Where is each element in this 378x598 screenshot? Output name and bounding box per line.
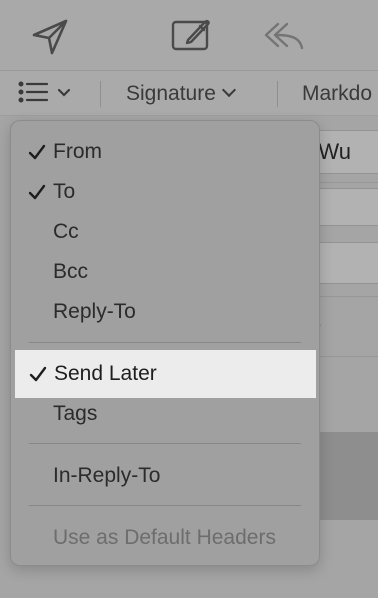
- reply-all-icon: [262, 14, 306, 58]
- field-divider: [310, 296, 378, 297]
- compose-icon[interactable]: [169, 14, 213, 58]
- checkmark-icon: [27, 142, 49, 162]
- chevron-down-icon: [221, 82, 236, 98]
- markdown-label: Markdo: [302, 82, 373, 105]
- menu-item-bcc[interactable]: Bcc: [14, 252, 316, 292]
- attachment-area: [316, 432, 378, 520]
- signature-dropdown[interactable]: Signature: [126, 82, 236, 106]
- menu-item-label: Cc: [53, 220, 79, 243]
- menu-item-label: Bcc: [53, 260, 89, 283]
- signature-label: Signature: [126, 82, 216, 105]
- menu-item-to[interactable]: To: [14, 172, 316, 212]
- bcc-field[interactable]: [316, 242, 378, 284]
- toolbar-separator: [100, 81, 101, 107]
- menu-separator: [29, 342, 301, 343]
- menu-separator: [29, 505, 301, 506]
- checkmark-icon: [27, 182, 49, 202]
- field-divider: [310, 356, 378, 357]
- headers-menu-button[interactable]: [18, 80, 78, 106]
- menu-separator: [29, 443, 301, 444]
- menu-item-label: To: [53, 180, 76, 203]
- menu-item-label: Tags: [53, 402, 98, 425]
- menu-item-label: Send Later: [54, 362, 157, 385]
- send-icon[interactable]: [28, 14, 72, 58]
- list-icon: [18, 81, 71, 103]
- menu-item-from[interactable]: From: [14, 132, 316, 172]
- headers-dropdown-menu: From To Cc Bcc Reply-To Send Later Tags …: [10, 120, 320, 566]
- field-divider: [310, 182, 378, 183]
- menu-item-tags[interactable]: Tags: [14, 394, 316, 434]
- toolbar-separator: [277, 81, 278, 107]
- menu-item-label: Use as Default Headers: [53, 526, 276, 549]
- toolbar: [0, 0, 378, 70]
- format-bar: Signature Markdo: [0, 70, 378, 116]
- menu-item-cc[interactable]: Cc: [14, 212, 316, 252]
- menu-item-label: From: [53, 140, 102, 163]
- menu-item-label: Reply-To: [53, 300, 136, 323]
- menu-item-label: In-Reply-To: [53, 464, 161, 487]
- menu-item-in-reply-to[interactable]: In-Reply-To: [14, 456, 316, 496]
- cc-field[interactable]: [316, 188, 378, 226]
- menu-item-reply-to[interactable]: Reply-To: [14, 292, 316, 332]
- checkmark-icon: [28, 364, 50, 384]
- menu-item-send-later[interactable]: Send Later: [15, 350, 316, 398]
- menu-item-use-as-default-headers: Use as Default Headers: [14, 518, 316, 558]
- markdown-button[interactable]: Markdo: [302, 82, 372, 106]
